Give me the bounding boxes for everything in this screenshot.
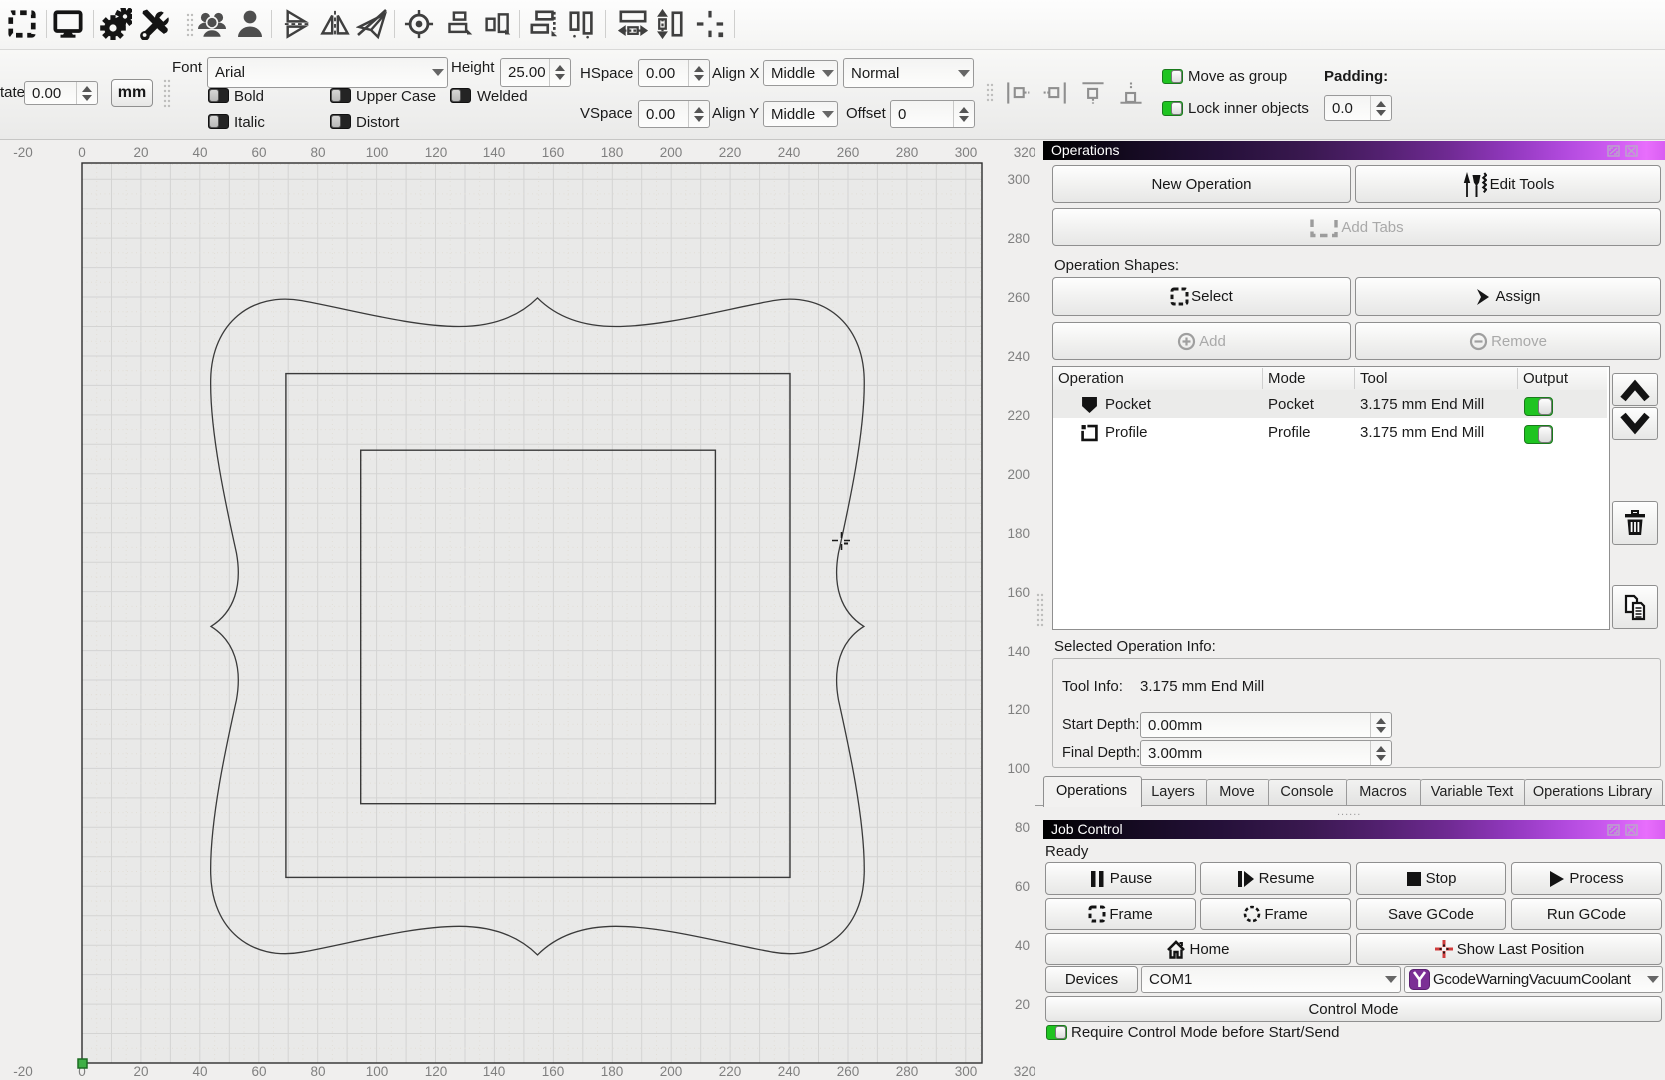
svg-text:40: 40 <box>192 145 207 160</box>
svg-text:280: 280 <box>896 145 919 160</box>
svg-text:300: 300 <box>955 145 978 160</box>
svg-text:200: 200 <box>660 1064 683 1079</box>
svg-text:140: 140 <box>1007 644 1030 659</box>
svg-text:140: 140 <box>483 1064 506 1079</box>
svg-text:-20: -20 <box>13 1064 33 1079</box>
svg-text:40: 40 <box>1015 938 1030 953</box>
svg-text:220: 220 <box>719 145 742 160</box>
svg-text:-20: -20 <box>13 145 33 160</box>
svg-text:140: 140 <box>483 145 506 160</box>
svg-text:60: 60 <box>251 1064 266 1079</box>
svg-text:240: 240 <box>778 1064 801 1079</box>
svg-text:260: 260 <box>837 1064 860 1079</box>
svg-text:100: 100 <box>366 145 389 160</box>
svg-text:20: 20 <box>133 145 148 160</box>
svg-text:300: 300 <box>955 1064 978 1079</box>
svg-text:200: 200 <box>660 145 683 160</box>
svg-text:120: 120 <box>425 1064 448 1079</box>
svg-text:180: 180 <box>1007 526 1030 541</box>
svg-text:40: 40 <box>192 1064 207 1079</box>
svg-text:180: 180 <box>601 145 624 160</box>
svg-text:60: 60 <box>1015 879 1030 894</box>
svg-text:300: 300 <box>1007 172 1030 187</box>
svg-text:100: 100 <box>1007 761 1030 776</box>
svg-text:80: 80 <box>1015 820 1030 835</box>
svg-text:200: 200 <box>1007 467 1030 482</box>
svg-text:180: 180 <box>601 1064 624 1079</box>
svg-text:120: 120 <box>425 145 448 160</box>
svg-text:80: 80 <box>310 145 325 160</box>
svg-text:60: 60 <box>251 145 266 160</box>
svg-text:320: 320 <box>1014 145 1035 160</box>
svg-text:20: 20 <box>133 1064 148 1079</box>
svg-text:280: 280 <box>1007 231 1030 246</box>
svg-text:280: 280 <box>896 1064 919 1079</box>
svg-text:0: 0 <box>78 145 86 160</box>
svg-text:160: 160 <box>542 1064 565 1079</box>
svg-text:80: 80 <box>310 1064 325 1079</box>
svg-text:160: 160 <box>1007 585 1030 600</box>
svg-text:240: 240 <box>778 145 801 160</box>
svg-text:260: 260 <box>1007 290 1030 305</box>
svg-text:220: 220 <box>719 1064 742 1079</box>
svg-text:320: 320 <box>1014 1064 1035 1079</box>
svg-text:100: 100 <box>366 1064 389 1079</box>
svg-text:220: 220 <box>1007 408 1030 423</box>
svg-text:240: 240 <box>1007 349 1030 364</box>
svg-text:120: 120 <box>1007 702 1030 717</box>
svg-text:20: 20 <box>1015 997 1030 1012</box>
svg-text:260: 260 <box>837 145 860 160</box>
svg-text:160: 160 <box>542 145 565 160</box>
